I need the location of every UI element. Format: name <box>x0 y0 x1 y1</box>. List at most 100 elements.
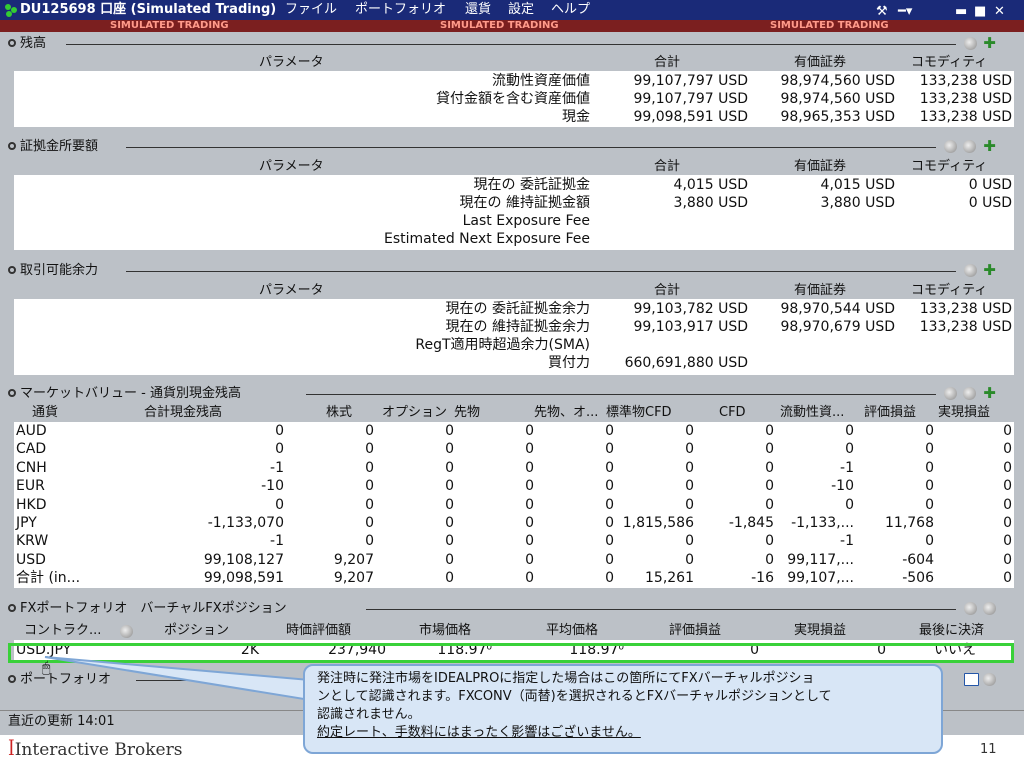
fx-col-header[interactable]: ポジション <box>164 622 229 640</box>
add-icon[interactable]: ✚ <box>983 386 996 401</box>
collapse-icon[interactable] <box>8 604 16 612</box>
cell-value: 0 <box>765 551 774 568</box>
settings-icon[interactable] <box>983 602 996 615</box>
refresh-icon[interactable] <box>963 140 976 153</box>
fx-col-header[interactable]: コントラク... <box>24 622 101 640</box>
menu-portfolio[interactable]: ポートフォリオ <box>355 0 446 20</box>
market-col-header[interactable]: 流動性資... <box>780 404 844 422</box>
market-col-header[interactable]: 先物、オ... <box>534 404 598 422</box>
callout-pointer <box>44 656 311 702</box>
table-row: AUD 0 0 0 0 0 0 0 0 0 0 <box>14 422 1014 440</box>
market-col-header[interactable]: オプション <box>382 404 447 422</box>
settings-icon[interactable] <box>964 264 977 277</box>
collapse-icon[interactable] <box>8 675 16 683</box>
securities-value: 98,970,544 USD <box>780 301 895 317</box>
add-icon[interactable]: ✚ <box>983 263 996 278</box>
minimize-icon[interactable]: ▬ <box>955 2 967 22</box>
market-col-header[interactable]: 実現損益 <box>938 404 990 422</box>
collapse-icon[interactable] <box>8 389 16 397</box>
cell-value: 0 <box>925 478 934 495</box>
sort-icon[interactable] <box>120 625 133 638</box>
market-col-header[interactable]: 株式 <box>326 404 352 422</box>
table-row: 買付力 660,691,880 USD <box>14 354 1014 372</box>
col-total: 合計 <box>654 159 681 174</box>
commodity-value: 0 USD <box>968 195 1012 211</box>
table-row: 現金 99,098,591 USD 98,965,353 USD 133,238… <box>14 108 1014 126</box>
market-col-header[interactable]: 合計現金残高 <box>144 404 222 422</box>
collapse-icon[interactable] <box>8 266 16 274</box>
col-securities: 有価証券 <box>794 55 847 70</box>
market-col-header[interactable]: 先物 <box>454 404 480 422</box>
cell-value: 0 <box>1003 423 1012 439</box>
cell-value: 0 <box>445 515 454 531</box>
cell-value: 0 <box>845 441 854 458</box>
fx-col-header[interactable]: 平均価格 <box>546 622 598 640</box>
market-section-header[interactable]: マーケットバリュー - 通貨別現金残高 ✚ <box>6 384 1018 404</box>
settings-icon[interactable] <box>964 37 977 50</box>
fx-col-header[interactable]: 実現損益 <box>794 622 846 640</box>
table-row: 合計 (in... 99,098,591 9,207 0 0 0 15,261 -16 99,1… <box>14 569 1014 587</box>
col-param: パラメータ <box>259 283 324 298</box>
market-col-header[interactable]: 評価損益 <box>864 404 916 422</box>
row-label: 現金 <box>562 109 590 125</box>
menu-file[interactable]: ファイル <box>285 0 337 20</box>
collapse-icon[interactable] <box>8 142 16 150</box>
margin-section-header[interactable]: 証拠金所要額 ✚ <box>6 137 1018 157</box>
cell-value: 0 <box>525 459 534 476</box>
settings-icon[interactable] <box>944 140 957 153</box>
fx-section-header[interactable]: FXポートフォリオ バーチャルFXポジション <box>6 599 1018 619</box>
fx-col-header[interactable]: 時価評価額 <box>286 622 351 640</box>
collapse-icon[interactable] <box>8 39 16 47</box>
menu-settings[interactable]: 設定 <box>508 0 534 20</box>
menu-help[interactable]: ヘルプ <box>551 0 590 20</box>
add-icon[interactable]: ✚ <box>983 139 996 154</box>
cell-value: 0 <box>765 478 774 495</box>
cell-value: 0 <box>1003 478 1012 495</box>
row-label: RegT適用時超過余力(SMA) <box>415 337 590 353</box>
table-row: Last Exposure Fee <box>14 212 1014 230</box>
available-section-header[interactable]: 取引可能余力 ✚ <box>6 261 1018 281</box>
trader-window: DU125698 口座 (Simulated Trading) ファイル ポート… <box>0 0 1024 735</box>
cell-value: 9,207 <box>333 551 374 568</box>
settings-icon[interactable] <box>983 673 996 686</box>
cell-value: 0 <box>685 478 694 495</box>
market-col-header[interactable]: CFD <box>719 404 746 422</box>
menu-currency[interactable]: 還貨 <box>465 0 491 20</box>
currency-code: EUR <box>16 478 45 495</box>
row-label: 買付力 <box>548 355 590 371</box>
cell-value: 0 <box>445 533 454 550</box>
link-icon[interactable]: ━▾ <box>898 2 912 22</box>
fx-col-header[interactable]: 最後に決済 <box>919 622 984 640</box>
add-icon[interactable]: ✚ <box>983 36 996 51</box>
fx-col-header[interactable]: 市場価格 <box>419 622 471 640</box>
title-bar: DU125698 口座 (Simulated Trading) ファイル ポート… <box>0 0 1024 20</box>
market-col-header[interactable]: 通貨 <box>32 404 58 422</box>
cell-value: 0 <box>1003 533 1012 550</box>
row-label: 現在の 維持証拠金額 <box>459 195 590 211</box>
refresh-icon[interactable] <box>964 602 977 615</box>
cell-value: 0 <box>525 533 534 550</box>
balance-section-header[interactable]: 残高 ✚ <box>6 34 1018 54</box>
window-icon[interactable] <box>964 673 979 686</box>
currency-code: 合計 (in... <box>16 570 81 587</box>
cell-value: 0 <box>365 496 374 513</box>
row-label: 流動性資産価値 <box>492 73 590 89</box>
col-securities: 有価証券 <box>794 159 847 174</box>
cell-value: 0 <box>605 515 614 531</box>
close-icon[interactable]: ✕ <box>994 2 1005 22</box>
fx-col-header[interactable]: 評価損益 <box>669 622 721 640</box>
cell-value: 0 <box>925 459 934 476</box>
cell-value: 0 <box>765 459 774 476</box>
pin-icon[interactable]: ⚒ <box>876 2 888 22</box>
row-label: 現在の 委託証拠金余力 <box>445 301 590 317</box>
settings-icon[interactable] <box>963 387 976 400</box>
cell-value: 0 <box>365 515 374 531</box>
maximize-icon[interactable]: ■ <box>974 2 986 22</box>
table-row: 現在の 委託証拠金 4,015 USD 4,015 USD 0 USD <box>14 176 1014 194</box>
cell-value: 0 <box>525 515 534 531</box>
refresh-icon[interactable] <box>944 387 957 400</box>
cell-value: 0 <box>275 496 284 513</box>
cell-value: 0 <box>445 478 454 495</box>
market-col-header[interactable]: 標準物CFD <box>606 404 672 422</box>
col-total: 合計 <box>654 55 681 70</box>
